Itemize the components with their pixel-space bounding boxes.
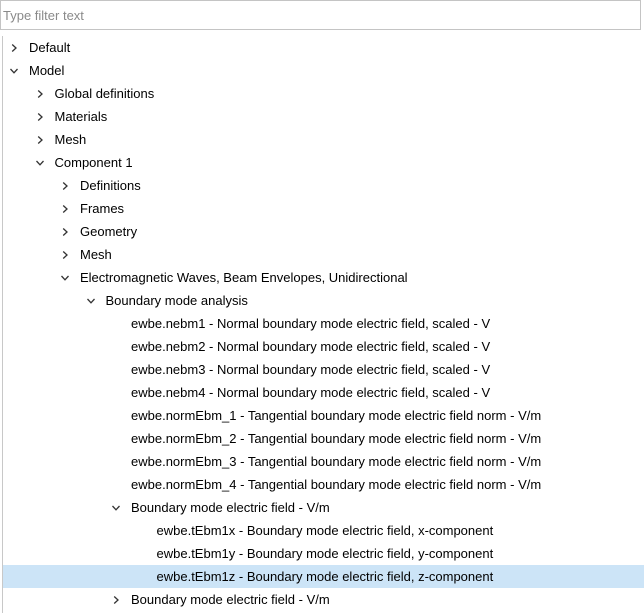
tree-item-label: Electromagnetic Waves, Beam Envelopes, U… — [80, 270, 408, 285]
chevron-right-icon[interactable] — [58, 174, 72, 197]
tree-node[interactable]: Definitions — [3, 174, 644, 197]
tree-item-label: ewbe.normEbm_1 - Tangential boundary mod… — [131, 408, 542, 423]
tree-item-label: Mesh — [54, 132, 87, 147]
chevron-right-icon[interactable] — [58, 197, 72, 220]
tree-item-label: Frames — [80, 201, 125, 216]
tree-item-label: ewbe.normEbm_2 - Tangential boundary mod… — [131, 431, 542, 446]
filter-input[interactable] — [1, 1, 640, 29]
chevron-down-icon[interactable] — [84, 289, 98, 312]
chevron-right-icon[interactable] — [33, 105, 47, 128]
tree-node[interactable]: Global definitions — [3, 82, 644, 105]
tree-item-label: ewbe.normEbm_3 - Tangential boundary mod… — [131, 454, 542, 469]
tree-item-label: Global definitions — [54, 86, 155, 101]
chevron-down-icon[interactable] — [109, 496, 123, 519]
tree-item-label: Materials — [54, 109, 108, 124]
chevron-right-icon[interactable] — [58, 243, 72, 266]
chevron-right-icon[interactable] — [58, 220, 72, 243]
tree-leaf[interactable]: ewbe.normEbm_2 - Tangential boundary mod… — [3, 427, 644, 450]
tree-node[interactable]: Mesh — [3, 243, 644, 266]
tree-item-label: Definitions — [80, 178, 141, 193]
tree-leaf[interactable]: ewbe.nebm1 - Normal boundary mode electr… — [3, 312, 644, 335]
tree-item-label: Geometry — [80, 224, 138, 239]
chevron-down-icon[interactable] — [7, 59, 21, 82]
variable-tree: Default Model Global definitions Materials M… — [2, 36, 644, 613]
tree-node[interactable]: Materials — [3, 105, 644, 128]
tree-item-label: ewbe.tEbm1z - Boundary mode electric fie… — [156, 569, 494, 584]
tree-leaf[interactable]: ewbe.nebm2 - Normal boundary mode electr… — [3, 335, 644, 358]
tree-node[interactable]: Mesh — [3, 128, 644, 151]
tree-item-label: ewbe.normEbm_4 - Tangential boundary mod… — [131, 477, 542, 492]
tree-item-label: Model — [29, 63, 65, 78]
tree-node[interactable]: Boundary mode electric field - V/m — [3, 496, 644, 519]
tree-item-label: Default — [29, 40, 71, 55]
chevron-right-icon[interactable] — [33, 82, 47, 105]
tree-node[interactable]: Model — [3, 59, 644, 82]
tree-item-label: ewbe.nebm2 - Normal boundary mode electr… — [131, 339, 491, 354]
tree-leaf[interactable]: ewbe.tEbm1z - Boundary mode electric fie… — [3, 565, 644, 588]
tree-node[interactable]: Component 1 — [3, 151, 644, 174]
chevron-right-icon[interactable] — [33, 128, 47, 151]
tree-node[interactable]: Frames — [3, 197, 644, 220]
tree-leaf[interactable]: ewbe.normEbm_3 - Tangential boundary mod… — [3, 450, 644, 473]
tree-leaf[interactable]: ewbe.tEbm1y - Boundary mode electric fie… — [3, 542, 644, 565]
tree-item-label: Component 1 — [54, 155, 133, 170]
chevron-down-icon[interactable] — [58, 266, 72, 289]
tree-node[interactable]: Geometry — [3, 220, 644, 243]
filter-box — [0, 0, 641, 30]
tree-item-label: ewbe.nebm3 - Normal boundary mode electr… — [131, 362, 491, 377]
chevron-right-icon[interactable] — [7, 36, 21, 59]
tree-item-label: ewbe.nebm4 - Normal boundary mode electr… — [131, 385, 491, 400]
tree-item-label: Mesh — [80, 247, 112, 262]
tree-item-label: ewbe.nebm1 - Normal boundary mode electr… — [131, 316, 491, 331]
tree-leaf[interactable]: ewbe.normEbm_4 - Tangential boundary mod… — [3, 473, 644, 496]
tree-node[interactable]: Default — [3, 36, 644, 59]
tree-leaf[interactable]: ewbe.nebm3 - Normal boundary mode electr… — [3, 358, 644, 381]
tree-item-label: Boundary mode analysis — [105, 293, 248, 308]
tree-leaf[interactable]: ewbe.normEbm_1 - Tangential boundary mod… — [3, 404, 644, 427]
tree-item-label: Boundary mode electric field - V/m — [131, 500, 330, 515]
tree-node[interactable]: Electromagnetic Waves, Beam Envelopes, U… — [3, 266, 644, 289]
tree-item-label: Boundary mode electric field - V/m — [131, 592, 330, 607]
tree-item-label: ewbe.tEbm1x - Boundary mode electric fie… — [156, 523, 494, 538]
chevron-right-icon[interactable] — [109, 588, 123, 611]
tree-node[interactable]: Boundary mode analysis — [3, 289, 644, 312]
chevron-down-icon[interactable] — [33, 151, 47, 174]
tree-leaf[interactable]: ewbe.nebm4 - Normal boundary mode electr… — [3, 381, 644, 404]
tree-leaf[interactable]: ewbe.tEbm1x - Boundary mode electric fie… — [3, 519, 644, 542]
tree-node[interactable]: Boundary mode electric field - V/m — [3, 588, 644, 611]
tree-item-label: ewbe.tEbm1y - Boundary mode electric fie… — [156, 546, 494, 561]
